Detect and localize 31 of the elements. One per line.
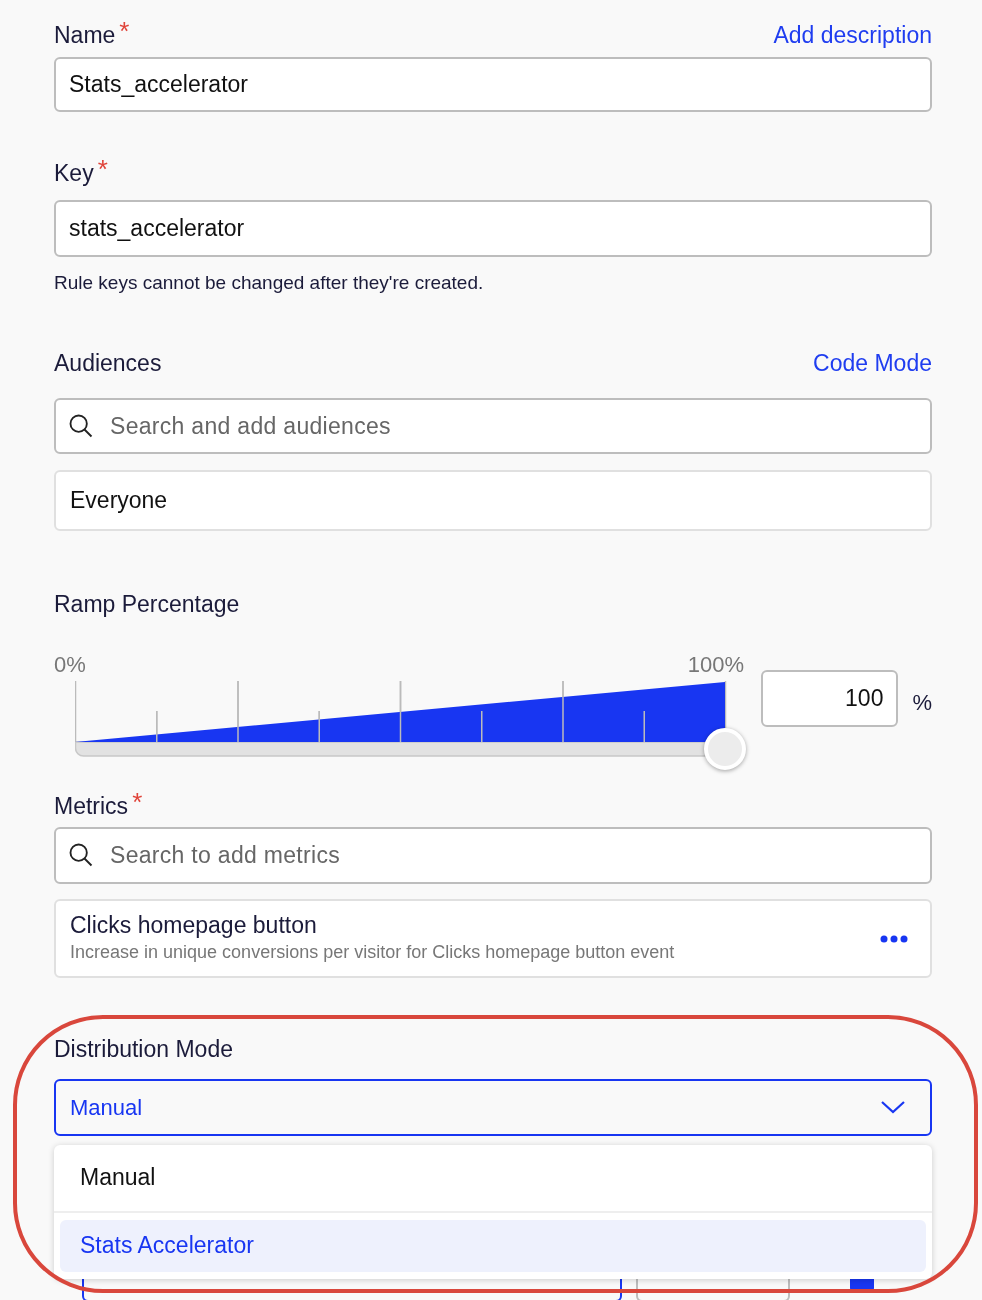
field-label: Name xyxy=(54,21,116,50)
field-label: Distribution Mode xyxy=(54,1035,233,1064)
dropdown-option[interactable]: Manual xyxy=(60,1151,926,1204)
key-input[interactable]: stats_accelerator xyxy=(54,200,932,257)
field-label: Audiences xyxy=(54,348,162,378)
field-label: Key xyxy=(54,158,94,188)
dropdown-option[interactable]: Stats Accelerator xyxy=(60,1219,926,1272)
name-input[interactable]: Stats_accelerator xyxy=(54,56,932,112)
unit-label: % xyxy=(912,688,932,717)
min-label: 0% xyxy=(54,650,86,679)
search-icon xyxy=(67,841,95,869)
required-mark: * xyxy=(119,18,130,44)
metric-title: Clicks homepage button xyxy=(70,911,318,939)
chevron-icon xyxy=(880,1100,906,1114)
audience-item: Everyone xyxy=(54,470,932,531)
required-mark: * xyxy=(97,155,108,182)
search-field[interactable]: Search to add metrics xyxy=(54,827,932,884)
search-field[interactable]: Search and add audiences xyxy=(54,398,932,454)
percent-input[interactable]: 100 xyxy=(761,669,899,727)
search-icon xyxy=(67,412,95,440)
field-label: Metrics xyxy=(54,791,129,821)
select-field[interactable]: Manual xyxy=(54,1078,932,1136)
field-label: Ramp Percentage xyxy=(54,590,240,619)
help-text: Rule keys cannot be changed after they're created. xyxy=(54,271,485,295)
link[interactable]: Code Mode xyxy=(813,345,932,380)
metric-description: Increase in unique conversions per visitor for Clicks homepage button event xyxy=(70,941,676,964)
max-label: 100% xyxy=(687,650,744,679)
slider-thumb[interactable] xyxy=(704,727,746,770)
link[interactable]: Add description xyxy=(773,18,932,53)
more-icon[interactable] xyxy=(880,934,908,943)
required-mark: * xyxy=(132,788,143,815)
